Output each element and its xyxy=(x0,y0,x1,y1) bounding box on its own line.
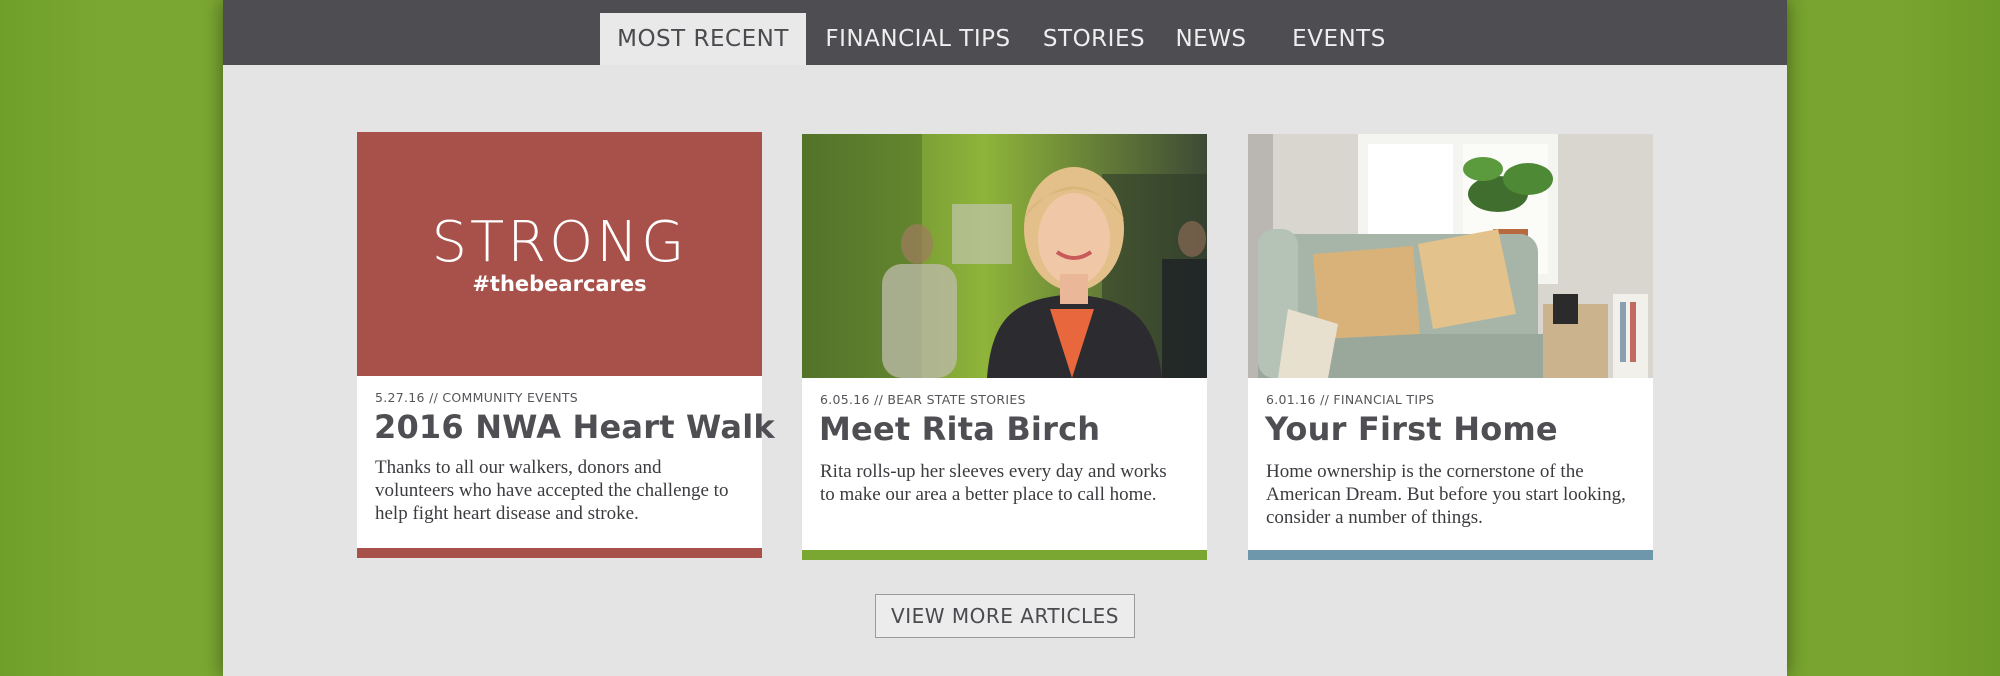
card-image[interactable]: STRONG #thebearcares xyxy=(357,132,762,376)
tab-most-recent[interactable]: MOST RECENT xyxy=(600,13,806,65)
article-title[interactable]: 2016 NWA Heart Walk xyxy=(374,408,775,446)
strong-logo-graphic: STRONG #thebearcares xyxy=(357,132,762,376)
tab-events[interactable]: EVENTS xyxy=(1284,13,1394,65)
hashtag-text: #thebearcares xyxy=(472,272,647,296)
view-more-articles-button[interactable]: VIEW MORE ARTICLES xyxy=(875,594,1135,638)
tab-financial-tips[interactable]: FINANCIAL TIPS xyxy=(813,13,1023,65)
category-nav: MOST RECENT FINANCIAL TIPS STORIES NEWS … xyxy=(223,0,1787,65)
card-image[interactable] xyxy=(802,134,1207,378)
living-room-photo-icon xyxy=(1248,134,1653,378)
article-meta: 5.27.16 // COMMUNITY EVENTS xyxy=(375,390,579,405)
strong-logo-word: STRONG xyxy=(431,210,688,275)
card-accent-bar xyxy=(1248,550,1653,560)
card-image[interactable] xyxy=(1248,134,1653,378)
tab-news[interactable]: NEWS xyxy=(1168,13,1254,65)
article-card-first-home[interactable]: 6.01.16 // FINANCIAL TIPS Your First Hom… xyxy=(1248,134,1653,560)
article-excerpt: Rita rolls-up her sleeves every day and … xyxy=(820,461,1167,505)
article-excerpt: Home ownership is the cornerstone of the… xyxy=(1266,461,1626,528)
article-meta: 6.05.16 // BEAR STATE STORIES xyxy=(820,392,1026,407)
page-content: MOST RECENT FINANCIAL TIPS STORIES NEWS … xyxy=(223,0,1787,676)
article-meta: 6.01.16 // FINANCIAL TIPS xyxy=(1266,392,1435,407)
portrait-photo-icon xyxy=(802,134,1207,378)
card-accent-bar xyxy=(802,550,1207,560)
article-card-heart-walk[interactable]: STRONG #thebearcares 5.27.16 // COMMUNIT… xyxy=(357,132,775,558)
article-excerpt: Thanks to all our walkers, donors and vo… xyxy=(375,457,729,524)
article-card-rita-birch[interactable]: 6.05.16 // BEAR STATE STORIES Meet Rita … xyxy=(802,134,1207,560)
tab-stories[interactable]: STORIES xyxy=(1037,13,1151,65)
article-title[interactable]: Your First Home xyxy=(1265,410,1645,448)
card-accent-bar xyxy=(357,548,762,558)
article-title[interactable]: Meet Rita Birch xyxy=(819,410,1199,448)
